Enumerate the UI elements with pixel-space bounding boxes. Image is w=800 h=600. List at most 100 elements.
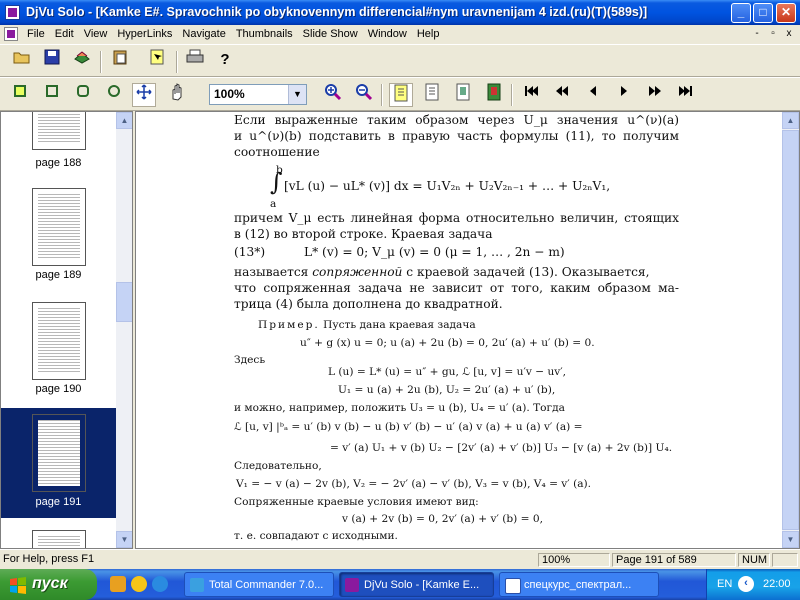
- menu-help[interactable]: Help: [412, 28, 445, 40]
- quicklaunch-tool-icon[interactable]: [110, 576, 126, 592]
- scroll-up-icon[interactable]: ▲: [116, 112, 132, 129]
- thumbnail-label: page 188: [35, 157, 82, 169]
- word-doc-icon: [505, 578, 521, 594]
- zoom-level-select[interactable]: 100% ▼: [209, 84, 307, 105]
- language-indicator[interactable]: EN: [717, 578, 732, 590]
- document-view[interactable]: Если выраженные таким образом через U_μ …: [135, 111, 800, 549]
- thumbnail-image: [32, 188, 86, 266]
- thumbnail-label: page 190: [35, 383, 82, 395]
- emphasis-word: сопряженной: [312, 265, 403, 279]
- zoom-level-value: 100%: [214, 87, 245, 101]
- mdi-restore-button[interactable]: ▫: [766, 27, 780, 41]
- zoom-out-icon[interactable]: [352, 83, 376, 107]
- paste-icon[interactable]: [108, 49, 132, 73]
- menu-window[interactable]: Window: [363, 28, 412, 40]
- equation-9: v (a) + 2v (b) = 0, 2v′ (a) + v′ (b) = 0…: [342, 513, 543, 525]
- example-title: Пример.: [258, 319, 320, 331]
- zoom-in-icon[interactable]: [321, 83, 345, 107]
- text-line: что сопряженная задача не зависит от тог…: [234, 281, 679, 295]
- text-line: Здесь: [234, 354, 266, 366]
- first-page-icon[interactable]: [519, 83, 543, 107]
- document-icon[interactable]: [4, 27, 18, 41]
- page-continuous-icon[interactable]: [420, 83, 444, 107]
- main-toolbar: ?: [0, 44, 800, 77]
- windows-flag-icon: [10, 577, 26, 594]
- menu-navigate[interactable]: Navigate: [177, 28, 230, 40]
- thumbnail-pane[interactable]: page 188 page 189 page 190 page 191 ▲ ▼: [0, 111, 133, 549]
- page-single-icon[interactable]: [451, 83, 475, 107]
- task-djvu-solo[interactable]: DjVu Solo - [Kamke E...: [339, 572, 494, 597]
- scroll-up-icon[interactable]: ▲: [782, 112, 799, 129]
- status-bar: For Help, press F1 100% Page 191 of 589 …: [0, 549, 800, 570]
- document-scrollbar[interactable]: ▲ ▼: [782, 112, 799, 548]
- last-page-icon[interactable]: [674, 83, 698, 107]
- menu-view[interactable]: View: [79, 28, 113, 40]
- scroll-down-icon[interactable]: ▼: [116, 531, 132, 548]
- text-segment: Пусть дана краевая задача: [319, 319, 476, 331]
- status-zoom: 100%: [538, 553, 610, 567]
- thumbnail-page-190[interactable]: page 190: [1, 296, 116, 404]
- thumbnail-page-191[interactable]: page 191: [1, 408, 116, 518]
- menu-file[interactable]: File: [22, 28, 50, 40]
- text-line: причем V_μ есть линейная форма относител…: [234, 211, 679, 225]
- status-num: NUM: [738, 553, 770, 567]
- maximize-button[interactable]: □: [753, 3, 773, 23]
- minimize-button[interactable]: _: [731, 3, 751, 23]
- djvu-icon: [345, 578, 359, 592]
- scroll-down-icon[interactable]: ▼: [782, 531, 799, 548]
- thumbnail-scrollbar[interactable]: ▲ ▼: [116, 112, 132, 548]
- open-icon[interactable]: [10, 49, 34, 73]
- text-line: соотношение: [234, 145, 320, 159]
- integral-sign: ∫: [270, 168, 283, 196]
- title-bar[interactable]: DjVu Solo - [Kamke E#. Spravochnik po ob…: [0, 0, 800, 25]
- zoom-rect-icon[interactable]: [71, 83, 95, 107]
- next-10-icon[interactable]: [643, 83, 667, 107]
- window-title: DjVu Solo - [Kamke E#. Spravochnik po ob…: [26, 5, 648, 19]
- help-icon[interactable]: ?: [213, 49, 237, 73]
- status-page: Page 191 of 589: [612, 553, 736, 567]
- prev-10-icon[interactable]: [550, 83, 574, 107]
- select-icon[interactable]: [145, 49, 169, 73]
- zoom-fit-icon[interactable]: [8, 83, 32, 107]
- export-icon[interactable]: [70, 49, 94, 73]
- page-facing-icon[interactable]: [482, 83, 506, 107]
- task-word-document[interactable]: спецкурс_спектрал...: [499, 572, 659, 597]
- thumbnail-image: [32, 112, 86, 150]
- task-total-commander[interactable]: Total Commander 7.0...: [184, 572, 334, 597]
- scroll-thumb[interactable]: [116, 282, 132, 322]
- thumbnail-image: [32, 414, 86, 492]
- menu-hyperlinks[interactable]: HyperLinks: [112, 28, 177, 40]
- language-bar-icon[interactable]: ‹: [738, 576, 754, 592]
- chevron-down-icon[interactable]: ▼: [288, 85, 306, 104]
- zoom-select-icon[interactable]: [102, 83, 126, 107]
- status-help-text: For Help, press F1: [3, 553, 95, 565]
- thumbnail-image: [32, 302, 86, 380]
- mdi-close-button[interactable]: x: [782, 27, 796, 41]
- save-icon[interactable]: [40, 49, 64, 73]
- menu-thumbnails[interactable]: Thumbnails: [231, 28, 298, 40]
- menu-edit[interactable]: Edit: [50, 28, 79, 40]
- scroll-thumb[interactable]: [782, 130, 799, 530]
- prev-page-icon[interactable]: [581, 83, 605, 107]
- equation-7: = v′ (a) U₁ + v (b) U₂ − [2v′ (a) + v′ (…: [330, 442, 673, 454]
- thumbnail-page-188[interactable]: page 188: [1, 112, 116, 177]
- pan-icon[interactable]: [132, 83, 156, 107]
- zoom-width-icon[interactable]: [40, 83, 64, 107]
- quicklaunch-ie-icon[interactable]: [152, 576, 168, 592]
- mdi-minimize-button[interactable]: -: [750, 27, 764, 41]
- equation-number: (13*): [234, 245, 266, 259]
- thumbnail-page-next[interactable]: [1, 524, 116, 548]
- next-page-icon[interactable]: [612, 83, 636, 107]
- clock[interactable]: 22:00: [763, 578, 791, 590]
- thumbnail-page-189[interactable]: page 189: [1, 182, 116, 290]
- equation-6: ℒ [u, v] |ᵇₐ = u′ (b) v (b) − u (b) v′ (…: [234, 421, 583, 433]
- close-button[interactable]: ✕: [776, 3, 796, 23]
- task-label: DjVu Solo - [Kamke E...: [364, 579, 480, 591]
- start-button[interactable]: пуск: [0, 569, 97, 600]
- quicklaunch-browser-icon[interactable]: [131, 576, 147, 592]
- page-layout-icon[interactable]: [389, 83, 413, 107]
- hand-icon[interactable]: [165, 83, 189, 107]
- print-icon[interactable]: [183, 49, 207, 73]
- menu-slide-show[interactable]: Slide Show: [298, 28, 363, 40]
- djvu-app-icon[interactable]: [5, 5, 20, 20]
